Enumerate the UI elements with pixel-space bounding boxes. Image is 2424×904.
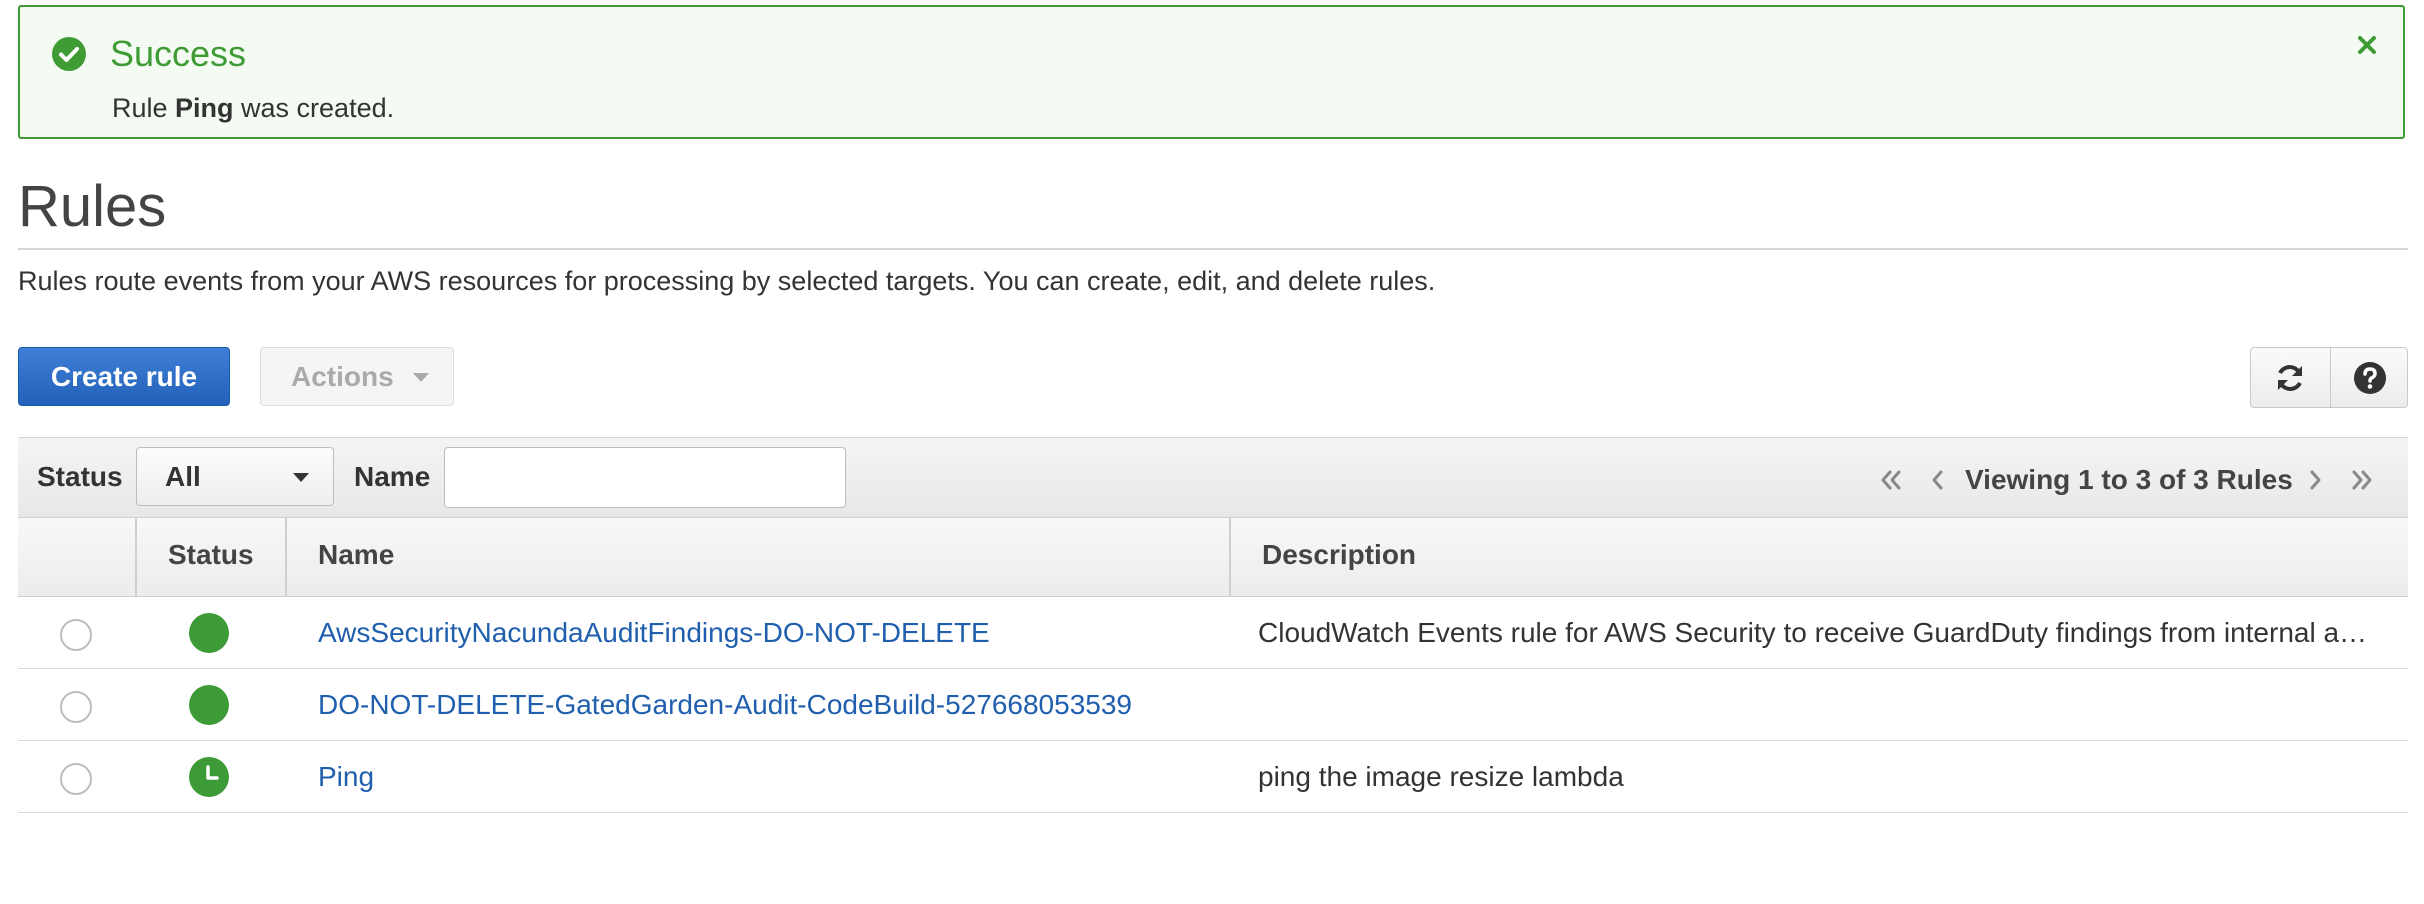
banner-message-rule: Ping — [175, 93, 234, 123]
refresh-button[interactable] — [2251, 348, 2329, 407]
enabled-status-icon — [189, 613, 229, 653]
rule-name-link[interactable]: DO-NOT-DELETE-GatedGarden-Audit-CodeBuil… — [318, 687, 1132, 723]
name-filter-label: Name — [354, 461, 431, 492]
check-circle-icon — [52, 37, 86, 71]
rule-name-link[interactable]: Ping — [318, 759, 374, 795]
previous-page-icon[interactable] — [1927, 465, 1947, 495]
actions-label: Actions — [291, 361, 394, 392]
caret-down-icon — [293, 473, 309, 482]
pagination-status: Viewing 1 to 3 of 3 Rules — [1965, 464, 2293, 495]
row-select-radio[interactable] — [60, 763, 92, 795]
help-icon — [2354, 362, 2386, 394]
status-filter-value: All — [165, 461, 201, 492]
rule-name-link[interactable]: AwsSecurityNacundaAuditFindings-DO-NOT-D… — [318, 615, 990, 651]
banner-message: Rule Ping was created. — [112, 91, 394, 125]
close-icon[interactable] — [2356, 34, 2378, 56]
banner-message-suffix: was created. — [233, 93, 395, 123]
help-button[interactable] — [2330, 348, 2408, 407]
last-page-icon[interactable] — [2348, 465, 2376, 495]
name-filter-input[interactable] — [444, 447, 846, 508]
caret-down-icon — [413, 373, 429, 382]
rule-description: ping the image resize lambda — [1258, 761, 1624, 792]
actions-dropdown-button[interactable]: Actions — [260, 347, 454, 406]
rule-description: CloudWatch Events rule for AWS Security … — [1258, 617, 2368, 648]
next-page-icon[interactable] — [2306, 465, 2326, 495]
column-header-status[interactable]: Status — [168, 537, 254, 573]
column-divider — [135, 518, 137, 596]
first-page-icon[interactable] — [1877, 465, 1905, 495]
enabled-status-icon — [189, 685, 229, 725]
scheduled-clock-icon — [189, 757, 229, 797]
status-filter-label: Status — [37, 461, 123, 492]
banner-message-prefix: Rule — [112, 93, 176, 123]
column-divider — [285, 518, 287, 596]
table-row[interactable] — [18, 741, 2408, 813]
refresh-icon — [2278, 365, 2302, 391]
column-header-description[interactable]: Description — [1262, 537, 1416, 573]
row-select-radio[interactable] — [60, 691, 92, 723]
page-title: Rules — [18, 174, 167, 239]
row-select-radio[interactable] — [60, 619, 92, 651]
create-rule-button[interactable]: Create rule — [18, 347, 230, 406]
status-filter-select[interactable]: All — [136, 447, 334, 506]
title-divider — [18, 248, 2408, 250]
column-header-name[interactable]: Name — [318, 537, 394, 573]
page-description: Rules route events from your AWS resourc… — [18, 266, 1436, 296]
column-divider — [1229, 518, 1231, 596]
banner-title: Success — [110, 33, 247, 74]
